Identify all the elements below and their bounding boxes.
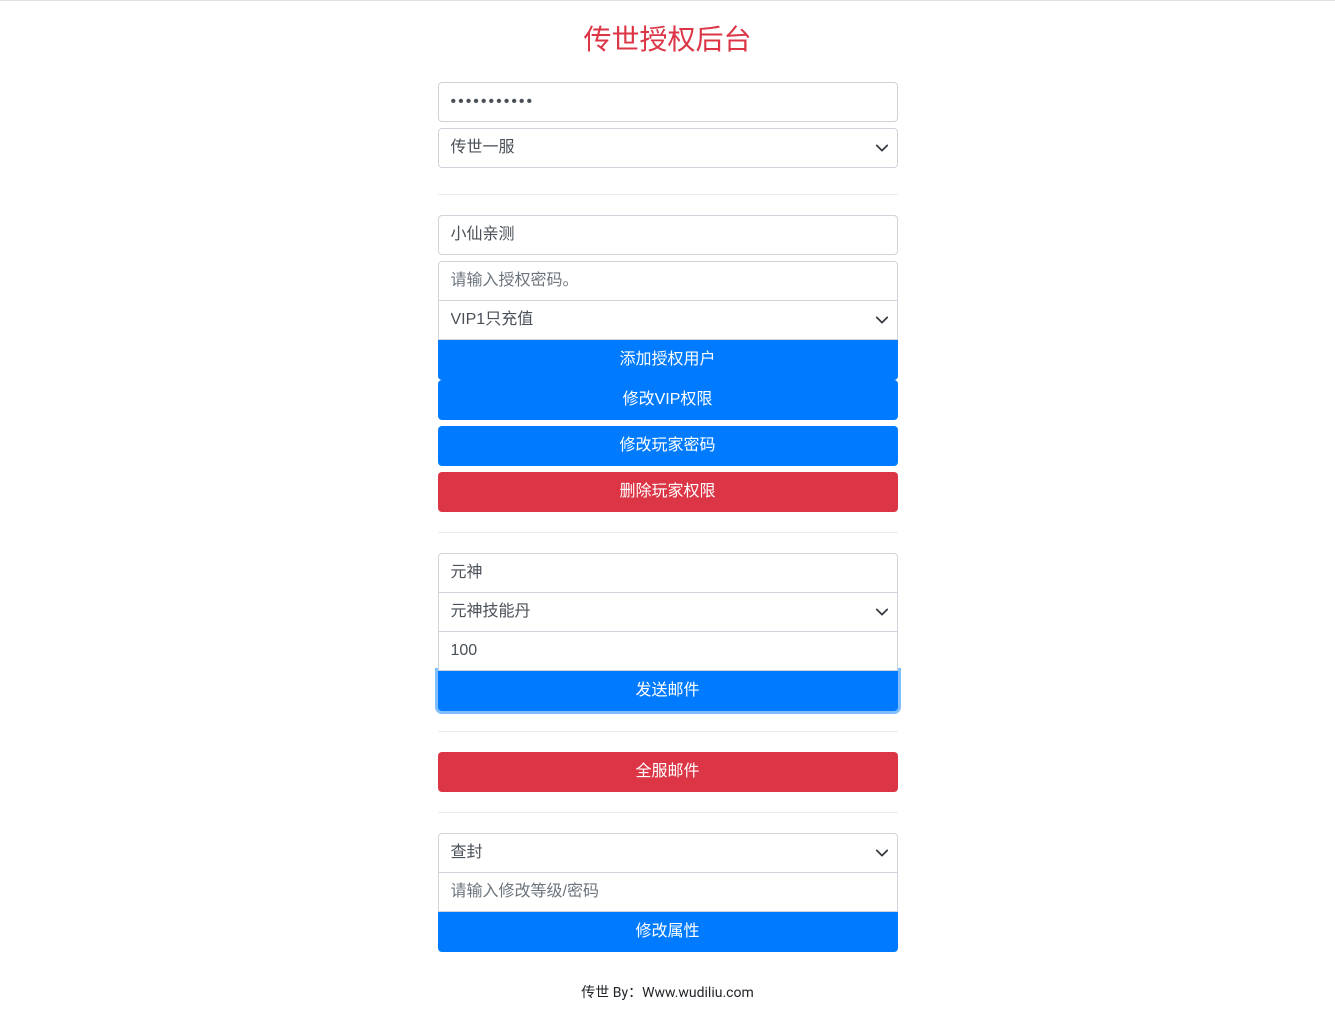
vip-level-select[interactable]: VIP1只充值: [438, 301, 898, 340]
divider: [438, 194, 898, 195]
item-select[interactable]: 元神技能丹: [438, 593, 898, 632]
modify-attribute-button[interactable]: 修改属性: [438, 912, 898, 952]
action-select[interactable]: 查封: [438, 833, 898, 873]
section-login: 传世一服: [438, 82, 898, 174]
admin-password-input[interactable]: [438, 82, 898, 122]
section-user-auth: VIP1只充值 添加授权用户 修改VIP权限 修改玩家密码 删除玩家权限: [438, 215, 898, 512]
divider: [438, 532, 898, 533]
level-password-input[interactable]: [438, 873, 898, 912]
server-select[interactable]: 传世一服: [438, 128, 898, 168]
global-mail-button[interactable]: 全服邮件: [438, 752, 898, 792]
quantity-input[interactable]: [438, 632, 898, 671]
username-input[interactable]: [438, 215, 898, 255]
footer-text: 传世 By：Www.wudiliu.com: [438, 982, 898, 1022]
section-global-mail: 全服邮件: [438, 752, 898, 792]
main-container: 传世授权后台 传世一服 VIP1只充值 添加授权用户 修改VIP权限 修改玩家密…: [428, 18, 908, 1022]
divider: [438, 731, 898, 732]
item-search-input[interactable]: [438, 553, 898, 593]
section-mail: 元神技能丹 发送邮件: [438, 553, 898, 711]
delete-player-button[interactable]: 删除玩家权限: [438, 472, 898, 512]
modify-vip-button[interactable]: 修改VIP权限: [438, 380, 898, 420]
add-auth-user-button[interactable]: 添加授权用户: [438, 340, 898, 380]
page-title: 传世授权后台: [438, 18, 898, 58]
top-divider: [0, 0, 1335, 1]
auth-password-input[interactable]: [438, 261, 898, 301]
modify-player-password-button[interactable]: 修改玩家密码: [438, 426, 898, 466]
section-modify-attr: 查封 修改属性: [438, 833, 898, 952]
send-mail-button[interactable]: 发送邮件: [438, 671, 898, 711]
divider: [438, 812, 898, 813]
